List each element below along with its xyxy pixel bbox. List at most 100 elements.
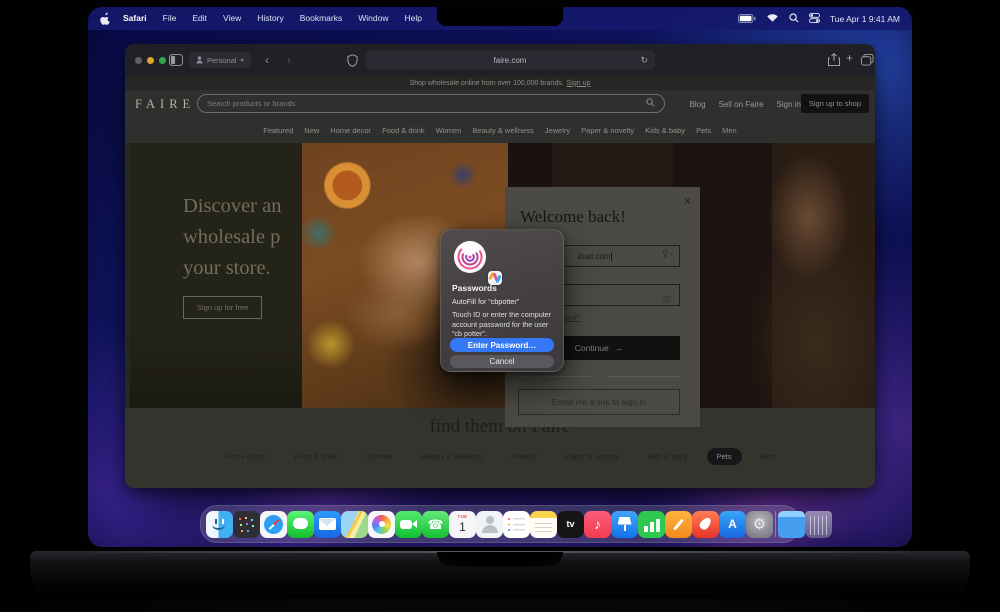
- menu-bar-clock[interactable]: Tue Apr 1 9:41 AM: [830, 14, 900, 24]
- music-glyph: ♪: [594, 517, 601, 531]
- phone-dock-icon[interactable]: ☎: [422, 511, 449, 538]
- enter-password-button[interactable]: Enter Password…: [450, 338, 554, 352]
- sidebar-toggle-icon[interactable]: [169, 53, 183, 71]
- forward-button[interactable]: ›: [287, 51, 291, 69]
- control-center-icon[interactable]: [809, 10, 820, 28]
- window-close-button[interactable]: [135, 57, 142, 64]
- trash-dock-icon[interactable]: [805, 511, 832, 538]
- nav-category-new[interactable]: New: [304, 126, 319, 135]
- cancel-button[interactable]: Cancel: [450, 355, 554, 368]
- facetime-dock-icon[interactable]: [395, 511, 422, 538]
- finder-dock-icon[interactable]: [206, 511, 233, 538]
- calendar-glyph: 1: [459, 521, 466, 533]
- nav-category-men[interactable]: Men: [722, 126, 737, 135]
- tab-overview-icon[interactable]: [861, 53, 874, 71]
- announcement-signup-link[interactable]: Sign up: [567, 80, 591, 87]
- music-dock-icon[interactable]: ♪: [584, 511, 611, 538]
- window-zoom-button[interactable]: [159, 57, 166, 64]
- nav-category-beauty-wellness[interactable]: Beauty & wellness: [472, 126, 533, 135]
- menu-item-help[interactable]: Help: [396, 7, 429, 30]
- nav-category-paper-novelty[interactable]: Paper & novelty: [581, 126, 634, 135]
- category-pill-jewelry[interactable]: Jewelry: [501, 448, 546, 465]
- menu-item-history[interactable]: History: [249, 7, 291, 30]
- hero-heading-line-your-store-: your store.: [183, 253, 443, 284]
- appstore-dock-icon[interactable]: A: [719, 511, 746, 538]
- header-link-blog[interactable]: Blog: [690, 100, 706, 109]
- search-input[interactable]: Search products or brands: [197, 94, 665, 113]
- tv-glyph: tv: [566, 520, 574, 529]
- menu-item-file[interactable]: File: [155, 7, 185, 30]
- photos-dock-icon[interactable]: [368, 511, 395, 538]
- show-password-eye-icon[interactable]: [661, 291, 672, 309]
- category-pill-kids-baby[interactable]: Kids & baby: [638, 448, 698, 465]
- contacts-dock-icon[interactable]: [476, 511, 503, 538]
- nav-category-jewelry[interactable]: Jewelry: [545, 126, 570, 135]
- nav-category-featured[interactable]: Featured: [263, 126, 293, 135]
- spotlight-icon[interactable]: [789, 10, 799, 28]
- messages-dock-icon[interactable]: [287, 511, 314, 538]
- menu-item-edit[interactable]: Edit: [184, 7, 215, 30]
- rocket-dock-icon[interactable]: [692, 511, 719, 538]
- nav-category-women[interactable]: Women: [436, 126, 462, 135]
- window-minimize-button[interactable]: [147, 57, 154, 64]
- maps-dock-icon[interactable]: [341, 511, 368, 538]
- passkey-autofill-icon[interactable]: ▾: [661, 250, 673, 259]
- pages-dock-icon[interactable]: [665, 511, 692, 538]
- touch-id-fingerprint-icon: [452, 239, 488, 275]
- announcement-text: Shop wholesale online from over 100,000 …: [410, 80, 564, 87]
- category-pill-home-decor[interactable]: Home decor: [215, 448, 276, 465]
- profile-switcher[interactable]: Personal ▾: [189, 52, 251, 68]
- faire-page: Shop wholesale online from over 100,000 …: [125, 76, 875, 488]
- nav-category-home-decor[interactable]: Home decor: [330, 126, 371, 135]
- keynote-dock-icon[interactable]: [611, 511, 638, 538]
- menu-item-safari[interactable]: Safari: [115, 7, 155, 30]
- appstore-glyph: A: [728, 518, 737, 530]
- category-pill-pets[interactable]: Pets: [707, 448, 742, 465]
- category-nav: Featured New Home decor Food & drink Women Be…: [125, 118, 875, 143]
- battery-icon[interactable]: [738, 10, 756, 28]
- header-link-sell-on-faire[interactable]: Sell on Faire: [719, 100, 764, 109]
- category-pill-paper-novelty[interactable]: Paper & novelty: [556, 448, 629, 465]
- category-pill-women[interactable]: Women: [356, 448, 402, 465]
- header-link-sign-in[interactable]: Sign in: [777, 100, 801, 109]
- menu-item-bookmarks[interactable]: Bookmarks: [292, 7, 351, 30]
- numbers-dock-icon[interactable]: [638, 511, 665, 538]
- safari-toolbar: Personal ▾ ‹ › faire.com ↻ +: [125, 44, 875, 77]
- nav-category-kids-baby[interactable]: Kids & baby: [645, 126, 685, 135]
- reminders-dock-icon[interactable]: [503, 511, 530, 538]
- address-bar[interactable]: faire.com ↻: [365, 50, 655, 70]
- dialog-body-text: Touch ID or enter the computer account p…: [452, 310, 554, 339]
- wifi-icon[interactable]: [766, 10, 779, 28]
- back-button[interactable]: ‹: [265, 51, 269, 69]
- menu-item-window[interactable]: Window: [350, 7, 396, 30]
- menu-item-view[interactable]: View: [215, 7, 249, 30]
- signup-to-shop-button[interactable]: Sign up to shop: [801, 94, 869, 113]
- mail-dock-icon[interactable]: [314, 511, 341, 538]
- dock: ☎ TUE1 tv ♪ A ⚙: [200, 505, 800, 543]
- tv-dock-icon[interactable]: tv: [557, 511, 584, 538]
- chevron-down-icon: ▾: [241, 57, 244, 64]
- downloads-dock-icon[interactable]: [778, 511, 805, 538]
- privacy-shield-icon[interactable]: [347, 54, 358, 72]
- notes-dock-icon[interactable]: [530, 511, 557, 538]
- email-link-button[interactable]: Email me a link to sign in: [518, 389, 680, 415]
- reload-icon[interactable]: ↻: [640, 55, 648, 66]
- site-header: FAIRE Search products or brands Blog Sell…: [125, 90, 875, 118]
- faire-logo[interactable]: FAIRE: [135, 97, 195, 112]
- close-icon[interactable]: ×: [684, 195, 691, 207]
- new-tab-button[interactable]: +: [846, 51, 853, 65]
- share-icon[interactable]: [828, 53, 840, 71]
- calendar-dock-icon[interactable]: TUE1: [449, 511, 476, 538]
- url-text: faire.com: [494, 56, 527, 65]
- category-pill-men[interactable]: Men: [751, 448, 786, 465]
- apple-menu-icon[interactable]: [100, 12, 111, 25]
- settings-dock-icon[interactable]: ⚙: [746, 511, 773, 538]
- nav-category-food-drink[interactable]: Food & drink: [382, 126, 425, 135]
- launchpad-dock-icon[interactable]: [233, 511, 260, 538]
- safari-dock-icon[interactable]: [260, 511, 287, 538]
- category-pill-beauty-wellness[interactable]: Beauty & wellness: [411, 448, 492, 465]
- signup-free-button[interactable]: Sign up for free: [183, 296, 262, 319]
- nav-category-pets[interactable]: Pets: [696, 126, 711, 135]
- category-pill-food-drink[interactable]: Food & drink: [285, 448, 348, 465]
- phone-glyph: ☎: [427, 518, 443, 531]
